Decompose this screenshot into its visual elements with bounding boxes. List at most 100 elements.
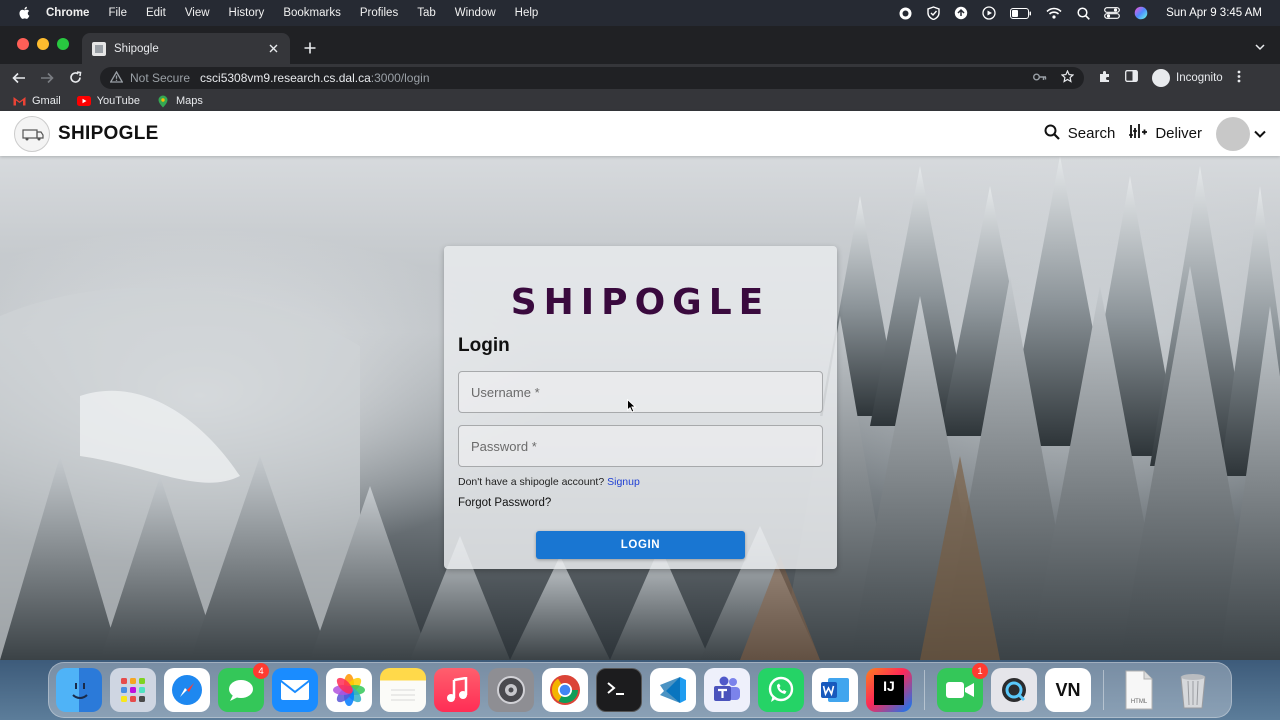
dock-separator bbox=[1103, 670, 1104, 710]
shipogle-logo[interactable] bbox=[14, 115, 50, 152]
menu-app-chrome[interactable]: Chrome bbox=[46, 7, 89, 19]
menubar-clock[interactable]: Sun Apr 9 3:45 AM bbox=[1166, 7, 1262, 19]
menu-edit[interactable]: Edit bbox=[146, 7, 166, 19]
incognito-label: Incognito bbox=[1176, 71, 1223, 84]
search-nav-label: Search bbox=[1067, 125, 1116, 142]
chrome-menu-kebab-icon[interactable] bbox=[1237, 70, 1241, 86]
extensions-puzzle-icon[interactable] bbox=[1098, 70, 1111, 86]
intellij-label: IJ bbox=[874, 675, 904, 705]
control-center-icon[interactable] bbox=[1104, 6, 1120, 20]
menu-view[interactable]: View bbox=[185, 7, 210, 19]
password-key-icon[interactable] bbox=[1033, 71, 1047, 85]
password-input[interactable] bbox=[471, 438, 810, 454]
apple-menu-icon[interactable] bbox=[18, 6, 32, 20]
close-tab-icon[interactable] bbox=[266, 42, 280, 56]
page-favicon-icon bbox=[92, 41, 106, 56]
side-panel-icon[interactable] bbox=[1125, 70, 1138, 85]
bookmark-youtube[interactable]: YouTube bbox=[76, 95, 140, 107]
not-secure-label: Not Secure bbox=[130, 70, 191, 85]
system-preferences-icon[interactable] bbox=[488, 668, 534, 712]
search-nav-button[interactable]: Search bbox=[1044, 124, 1116, 144]
photos-icon[interactable] bbox=[326, 668, 372, 712]
signup-link[interactable]: Signup bbox=[607, 476, 640, 488]
menu-window[interactable]: Window bbox=[455, 7, 496, 19]
bookmark-maps[interactable]: Maps bbox=[156, 95, 203, 107]
app-header-actions: Search Deliver bbox=[1044, 116, 1266, 151]
bookmark-gmail-label: Gmail bbox=[32, 95, 61, 107]
menu-file[interactable]: File bbox=[108, 7, 127, 19]
chrome-icon[interactable] bbox=[542, 668, 588, 712]
not-secure-warning-icon[interactable] bbox=[109, 70, 124, 85]
reload-icon[interactable] bbox=[66, 69, 84, 87]
notes-icon[interactable] bbox=[380, 668, 426, 712]
window-controls bbox=[17, 38, 69, 50]
record-icon[interactable] bbox=[898, 6, 912, 20]
safari-icon[interactable] bbox=[164, 668, 210, 712]
forgot-password-link[interactable]: Forgot Password? bbox=[458, 497, 823, 509]
password-field[interactable] bbox=[458, 425, 823, 467]
vn-video-editor-icon[interactable]: VN bbox=[1045, 668, 1091, 712]
bookmark-gmail[interactable]: Gmail bbox=[12, 95, 61, 107]
menu-bookmarks[interactable]: Bookmarks bbox=[283, 7, 341, 19]
app-brand-name[interactable]: SHIPOGLE bbox=[58, 123, 159, 145]
maximize-window-button[interactable] bbox=[57, 38, 69, 50]
tab-strip: Shipogle bbox=[0, 26, 1280, 64]
messages-icon[interactable]: 4 bbox=[218, 663, 269, 712]
minimize-window-button[interactable] bbox=[37, 38, 49, 50]
dock-separator bbox=[924, 670, 925, 710]
menu-tab[interactable]: Tab bbox=[417, 7, 436, 19]
shield-icon[interactable] bbox=[926, 6, 940, 20]
whatsapp-icon[interactable] bbox=[758, 668, 804, 712]
html-file-label: HTML bbox=[1130, 699, 1148, 705]
incognito-indicator[interactable]: Incognito bbox=[1152, 68, 1223, 87]
html-file-icon[interactable]: HTML bbox=[1116, 668, 1162, 712]
tab-shipogle[interactable]: Shipogle bbox=[82, 33, 290, 64]
chevron-down-icon[interactable] bbox=[1254, 125, 1266, 142]
new-tab-icon[interactable] bbox=[300, 38, 320, 58]
trash-icon[interactable] bbox=[1170, 668, 1216, 712]
back-arrow-icon[interactable] bbox=[10, 69, 28, 87]
forward-arrow-icon[interactable] bbox=[38, 69, 56, 87]
quicktime-icon[interactable] bbox=[991, 668, 1037, 712]
search-icon bbox=[1044, 124, 1060, 144]
backup-icon[interactable] bbox=[954, 6, 968, 20]
mail-icon[interactable] bbox=[272, 668, 318, 712]
login-heading: Login bbox=[458, 335, 510, 356]
maps-pin-icon bbox=[156, 95, 170, 107]
finder-icon[interactable] bbox=[56, 668, 102, 712]
username-field[interactable] bbox=[458, 371, 823, 413]
username-input[interactable] bbox=[471, 384, 810, 400]
bookmark-youtube-label: YouTube bbox=[96, 95, 140, 107]
mouse-cursor-icon bbox=[627, 398, 637, 413]
avatar[interactable] bbox=[1216, 116, 1250, 151]
play-icon[interactable] bbox=[982, 6, 996, 20]
bookmark-maps-label: Maps bbox=[175, 95, 203, 107]
menu-help[interactable]: Help bbox=[515, 7, 539, 19]
vscode-icon[interactable] bbox=[650, 668, 696, 712]
teams-icon[interactable] bbox=[704, 668, 750, 712]
gmail-icon bbox=[12, 96, 26, 106]
login-card: SHIPOGLE Login Don't have a shipogle acc… bbox=[444, 246, 837, 569]
address-bar[interactable]: Not Secure csci5308vm9.research.cs.dal.c… bbox=[100, 66, 1084, 89]
spotlight-search-icon[interactable] bbox=[1076, 6, 1090, 20]
siri-icon[interactable] bbox=[1134, 6, 1148, 20]
toolbar-right: Incognito bbox=[1098, 68, 1241, 87]
menu-profiles[interactable]: Profiles bbox=[360, 7, 398, 19]
tab-search-chevron-icon[interactable] bbox=[1254, 40, 1266, 52]
menu-history[interactable]: History bbox=[229, 7, 265, 19]
deliver-icon bbox=[1129, 123, 1148, 144]
intellij-icon[interactable]: IJ bbox=[866, 668, 912, 712]
close-window-button[interactable] bbox=[17, 38, 29, 50]
url-host: csci5308vm9.research.cs.dal.ca bbox=[200, 70, 371, 85]
music-icon[interactable] bbox=[434, 668, 480, 712]
bookmark-star-icon[interactable] bbox=[1060, 69, 1075, 86]
facetime-icon[interactable]: 1 bbox=[937, 663, 988, 712]
word-icon[interactable] bbox=[812, 668, 858, 712]
account-menu[interactable] bbox=[1216, 116, 1266, 151]
battery-icon[interactable] bbox=[1010, 6, 1032, 20]
login-button[interactable]: LOGIN bbox=[536, 531, 745, 559]
launchpad-icon[interactable] bbox=[110, 668, 156, 712]
terminal-icon[interactable] bbox=[596, 668, 642, 712]
deliver-nav-button[interactable]: Deliver bbox=[1129, 123, 1202, 144]
wifi-icon[interactable] bbox=[1046, 6, 1062, 20]
